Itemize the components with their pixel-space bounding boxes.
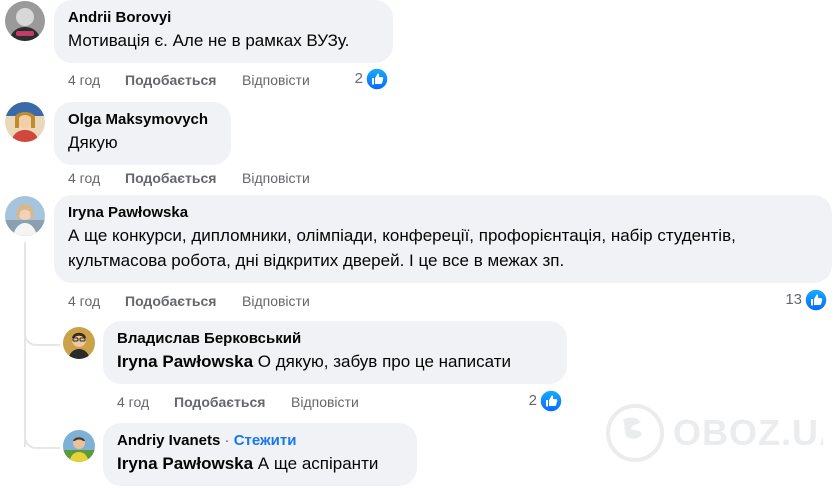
comment-bubble: Olga Maksymovych Дякую: [54, 102, 231, 165]
reaction-count[interactable]: 13: [770, 288, 828, 312]
comment-author[interactable]: Olga Maksymovych: [68, 110, 217, 130]
reply-message: О дякую, забув про це написати: [253, 352, 512, 371]
reply-actions: 4 год Подобається Відповісти: [117, 392, 417, 412]
like-reaction-icon: [804, 288, 828, 312]
reply-thread-line: [24, 242, 26, 447]
like-button[interactable]: Подобається: [125, 168, 216, 188]
reply-author-row: Andriy Ivanets · Стежити: [117, 431, 403, 451]
comment-bubble: Iryna Pawłowska А ще конкурси, дипломник…: [54, 195, 832, 283]
mention-link[interactable]: Iryna Pawłowska: [117, 352, 253, 371]
reply-connector: [24, 322, 60, 346]
reply-button[interactable]: Відповісти: [242, 168, 310, 188]
reply-text: Iryna Pawłowska А ще аспіранти: [117, 451, 403, 476]
comment-text-line-2: культмасова робота, дні відкритих дверей…: [68, 251, 565, 270]
avatar[interactable]: [5, 102, 45, 142]
reply-button[interactable]: Відповісти: [242, 291, 310, 311]
comment-time[interactable]: 4 год: [68, 291, 100, 311]
comment-text-line-1: А ще конкурси, дипломники, олімпіади, ко…: [68, 226, 736, 245]
reply-bubble: Andriy Ivanets · Стежити Iryna Pawłowska…: [103, 423, 417, 486]
reaction-count-value: 13: [785, 291, 802, 308]
watermark-logo: OBOZ.UA: [598, 400, 837, 462]
comment-bubble: Andrii Borovyi Мотивація є. Але не в рам…: [54, 0, 393, 63]
globe-icon: OBOZ.UA: [606, 404, 837, 462]
like-reaction-icon: [539, 389, 563, 413]
avatar[interactable]: [63, 430, 95, 462]
reaction-count-value: 2: [354, 70, 363, 87]
reply-message: А ще аспіранти: [253, 454, 379, 473]
comment-actions: 4 год Подобається Відповісти: [68, 168, 368, 188]
reply-button[interactable]: Відповісти: [242, 70, 310, 90]
like-button[interactable]: Подобається: [125, 70, 216, 90]
comment-actions: 4 год Подобається Відповісти: [68, 70, 368, 90]
reply-bubble: Владислав Берковський Iryna Pawłowska О …: [103, 321, 567, 384]
reply-button[interactable]: Відповісти: [291, 392, 359, 412]
comment-text: Мотивація є. Але не в рамках ВУЗу.: [68, 31, 350, 50]
reaction-count[interactable]: 2: [514, 389, 563, 413]
like-reaction-icon: [365, 67, 389, 91]
comment-author[interactable]: Iryna Pawłowska: [68, 203, 818, 223]
watermark-text: OBOZ.UA: [673, 412, 823, 453]
reply-text: Iryna Pawłowska О дякую, забув про це на…: [117, 349, 553, 374]
separator-dot: ·: [224, 432, 230, 449]
reply-author[interactable]: Andriy Ivanets: [117, 432, 220, 449]
comment-actions: 4 год Подобається Відповісти: [68, 291, 368, 311]
comment-text: Дякую: [68, 133, 118, 152]
avatar[interactable]: [5, 1, 45, 41]
reaction-count-value: 2: [528, 392, 537, 409]
follow-button[interactable]: Стежити: [234, 432, 297, 449]
reply-time[interactable]: 4 год: [117, 392, 149, 412]
like-button[interactable]: Подобається: [125, 291, 216, 311]
comment-time[interactable]: 4 год: [68, 70, 100, 90]
like-button[interactable]: Подобається: [174, 392, 265, 412]
reaction-count[interactable]: 2: [340, 67, 389, 91]
comment-time[interactable]: 4 год: [68, 168, 100, 188]
mention-link[interactable]: Iryna Pawłowska: [117, 454, 253, 473]
avatar[interactable]: [5, 196, 45, 236]
comment-author[interactable]: Andrii Borovyi: [68, 8, 379, 28]
reply-connector: [24, 425, 60, 449]
avatar[interactable]: [63, 327, 95, 359]
reply-author[interactable]: Владислав Берковський: [117, 329, 553, 349]
